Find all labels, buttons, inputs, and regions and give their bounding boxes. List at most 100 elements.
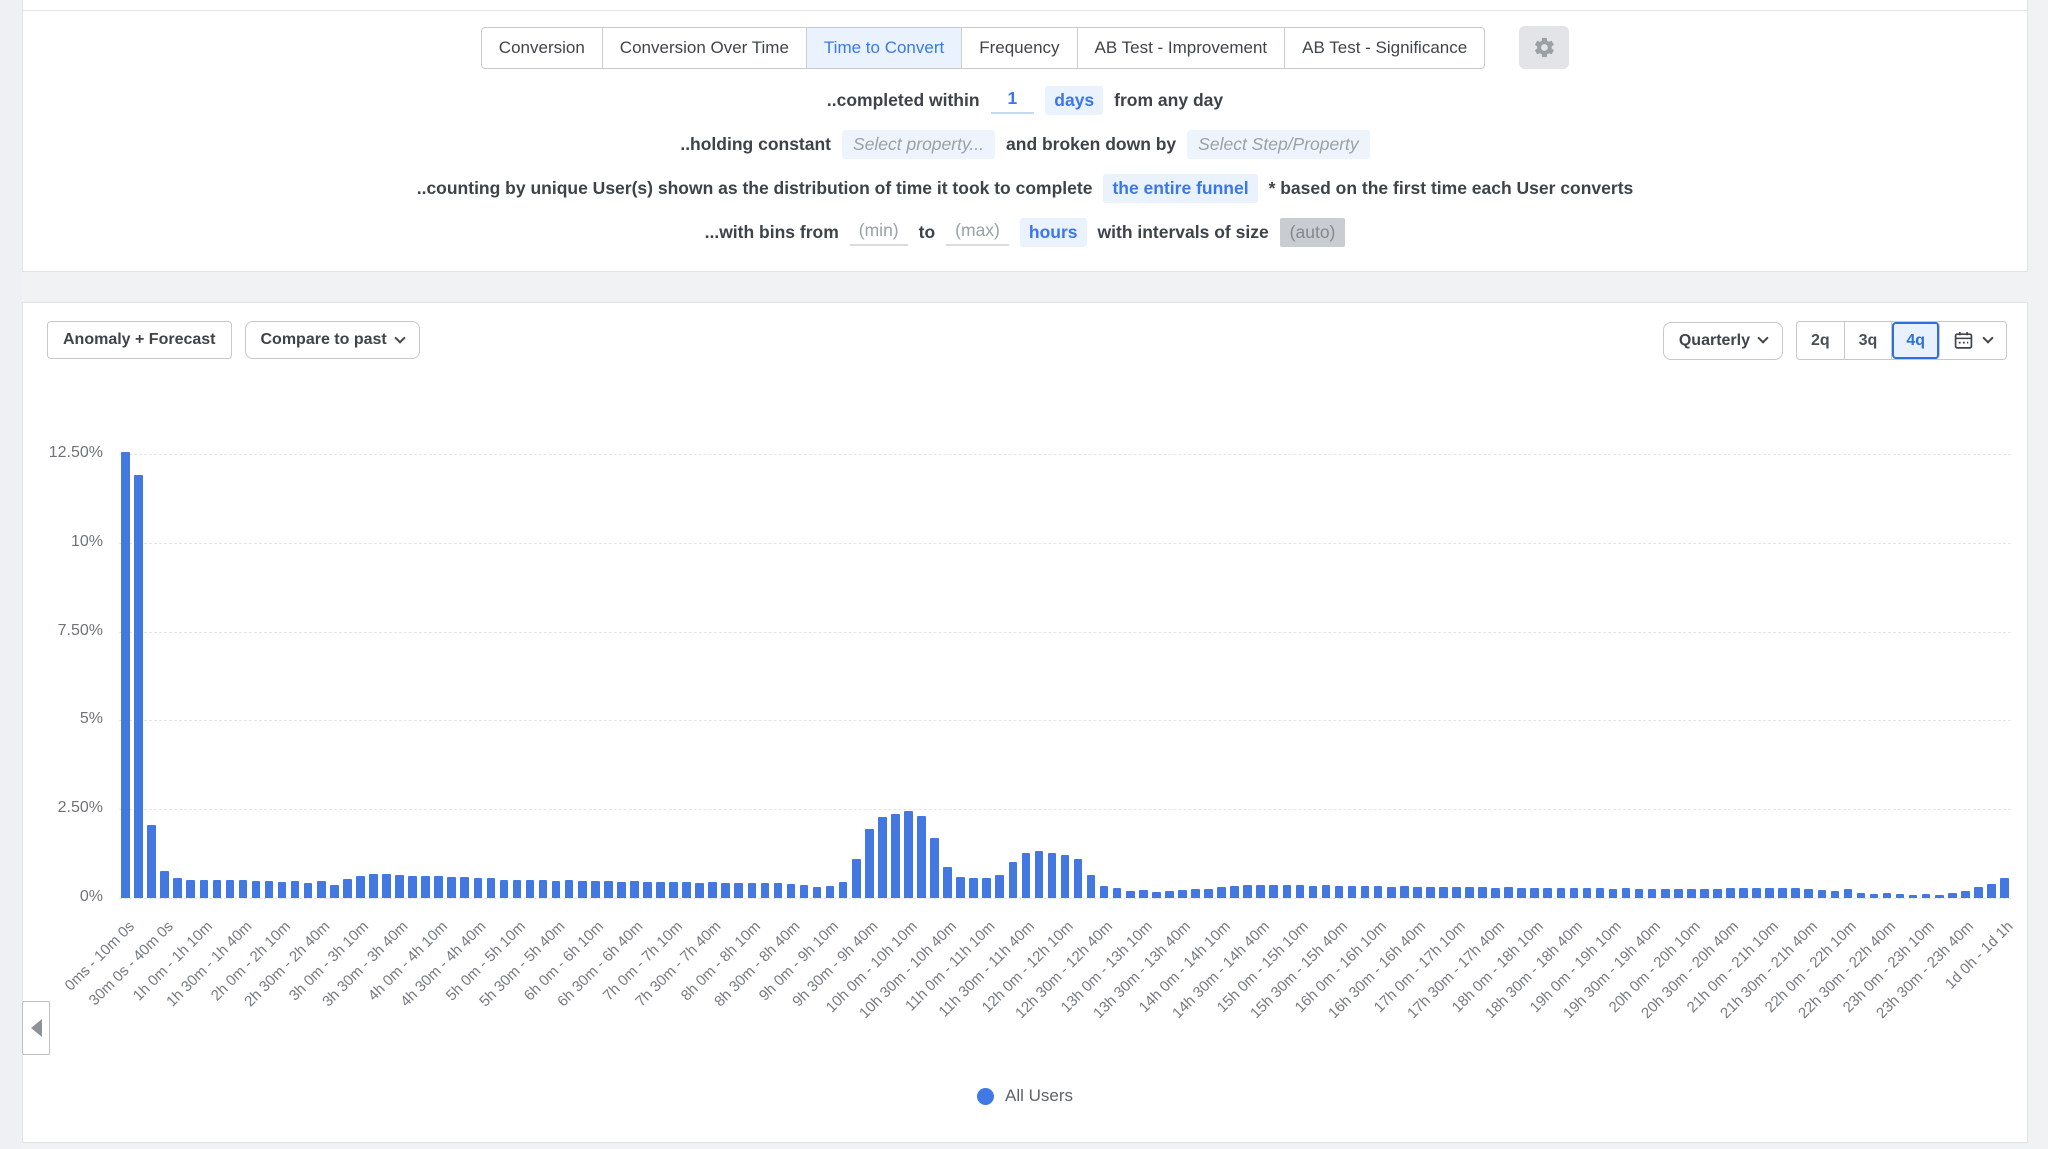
- histogram-bar-40[interactable]: [643, 882, 652, 898]
- tab-ab-test-significance[interactable]: AB Test - Significance: [1285, 28, 1484, 68]
- histogram-bar-24[interactable]: [434, 876, 443, 898]
- tab-time-to-convert[interactable]: Time to Convert: [807, 28, 962, 68]
- histogram-bar-39[interactable]: [630, 881, 639, 898]
- histogram-bar-50[interactable]: [774, 883, 783, 898]
- histogram-bar-135[interactable]: [1883, 893, 1892, 898]
- histogram-bar-101[interactable]: [1439, 887, 1448, 898]
- histogram-bar-134[interactable]: [1870, 894, 1879, 898]
- histogram-bar-65[interactable]: [969, 878, 978, 898]
- histogram-bar-60[interactable]: [904, 811, 913, 898]
- range-button-3q[interactable]: 3q: [1845, 322, 1893, 359]
- histogram-bar-91[interactable]: [1309, 886, 1318, 898]
- histogram-bar-47[interactable]: [734, 883, 743, 898]
- histogram-bar-11[interactable]: [265, 881, 274, 898]
- histogram-bar-130[interactable]: [1818, 890, 1827, 898]
- histogram-bar-124[interactable]: [1739, 888, 1748, 898]
- histogram-bar-113[interactable]: [1596, 888, 1605, 898]
- histogram-bar-76[interactable]: [1113, 888, 1122, 898]
- histogram-bar-12[interactable]: [278, 882, 287, 898]
- histogram-bar-16[interactable]: [330, 885, 339, 899]
- histogram-bar-140[interactable]: [1948, 893, 1957, 898]
- histogram-bar-64[interactable]: [956, 877, 965, 898]
- anomaly-forecast-button[interactable]: Anomaly + Forecast: [47, 321, 232, 359]
- histogram-bar-81[interactable]: [1178, 890, 1187, 898]
- tab-frequency[interactable]: Frequency: [962, 28, 1077, 68]
- custom-date-range-button[interactable]: [1940, 322, 2006, 359]
- histogram-bar-93[interactable]: [1335, 886, 1344, 898]
- histogram-bar-105[interactable]: [1491, 888, 1500, 898]
- histogram-bar-18[interactable]: [356, 876, 365, 898]
- histogram-bar-103[interactable]: [1465, 887, 1474, 898]
- histogram-bar-97[interactable]: [1387, 887, 1396, 898]
- histogram-bar-59[interactable]: [891, 814, 900, 898]
- histogram-bar-96[interactable]: [1374, 886, 1383, 898]
- histogram-bar-37[interactable]: [604, 881, 613, 898]
- conversion-window-unit-select[interactable]: days: [1045, 86, 1103, 115]
- histogram-bar-51[interactable]: [787, 884, 796, 898]
- histogram-bar-58[interactable]: [878, 817, 887, 898]
- histogram-bar-1[interactable]: [134, 475, 143, 898]
- histogram-bar-30[interactable]: [513, 880, 522, 898]
- histogram-bar-139[interactable]: [1935, 895, 1944, 898]
- histogram-bar-52[interactable]: [800, 885, 809, 898]
- histogram-bar-62[interactable]: [930, 838, 939, 898]
- histogram-bar-4[interactable]: [173, 878, 182, 898]
- histogram-bar-53[interactable]: [813, 887, 822, 898]
- histogram-bar-3[interactable]: [160, 871, 169, 898]
- histogram-bar-2[interactable]: [147, 825, 156, 898]
- tab-conversion[interactable]: Conversion: [482, 28, 603, 68]
- histogram-bar-13[interactable]: [291, 881, 300, 898]
- histogram-bar-69[interactable]: [1022, 853, 1031, 898]
- histogram-bar-10[interactable]: [252, 881, 261, 898]
- histogram-bar-118[interactable]: [1661, 889, 1670, 898]
- histogram-bar-110[interactable]: [1557, 888, 1566, 898]
- histogram-bar-102[interactable]: [1452, 887, 1461, 898]
- range-button-2q[interactable]: 2q: [1797, 322, 1845, 359]
- histogram-bar-63[interactable]: [943, 867, 952, 898]
- histogram-bar-119[interactable]: [1674, 889, 1683, 898]
- collapse-panel-button[interactable]: [22, 1001, 50, 1055]
- histogram-bar-28[interactable]: [487, 878, 496, 898]
- histogram-bar-116[interactable]: [1635, 889, 1644, 898]
- histogram-bar-46[interactable]: [721, 883, 730, 898]
- histogram-bar-132[interactable]: [1844, 889, 1853, 898]
- histogram-bar-120[interactable]: [1687, 889, 1696, 898]
- histogram-bar-75[interactable]: [1100, 886, 1109, 898]
- compare-to-past-button[interactable]: Compare to past: [245, 321, 420, 359]
- histogram-bar-68[interactable]: [1009, 862, 1018, 898]
- histogram-bar-121[interactable]: [1700, 889, 1709, 898]
- histogram-bar-143[interactable]: [1987, 884, 1996, 898]
- histogram-bar-35[interactable]: [578, 881, 587, 898]
- histogram-bar-111[interactable]: [1570, 888, 1579, 898]
- histogram-bar-142[interactable]: [1974, 887, 1983, 898]
- histogram-bar-92[interactable]: [1322, 885, 1331, 898]
- histogram-bar-29[interactable]: [500, 880, 509, 898]
- histogram-bar-27[interactable]: [474, 878, 483, 898]
- histogram-bar-144[interactable]: [2000, 878, 2009, 898]
- histogram-bar-112[interactable]: [1583, 888, 1592, 898]
- histogram-bar-73[interactable]: [1074, 859, 1083, 898]
- histogram-bar-17[interactable]: [343, 879, 352, 898]
- histogram-bar-98[interactable]: [1400, 886, 1409, 898]
- bins-min-input[interactable]: (min): [850, 220, 908, 246]
- histogram-bar-33[interactable]: [552, 881, 561, 898]
- histogram-bar-108[interactable]: [1530, 888, 1539, 898]
- histogram-bar-126[interactable]: [1765, 888, 1774, 898]
- tab-ab-test-improvement[interactable]: AB Test - Improvement: [1078, 28, 1286, 68]
- histogram-bar-20[interactable]: [382, 874, 391, 899]
- histogram-bar-14[interactable]: [304, 883, 313, 898]
- funnel-scope-select[interactable]: the entire funnel: [1103, 174, 1257, 203]
- histogram-bar-9[interactable]: [239, 880, 248, 898]
- histogram-bar-137[interactable]: [1909, 895, 1918, 898]
- histogram-bar-106[interactable]: [1504, 887, 1513, 898]
- histogram-bar-42[interactable]: [669, 882, 678, 898]
- histogram-bar-90[interactable]: [1296, 885, 1305, 898]
- histogram-bar-87[interactable]: [1256, 885, 1265, 899]
- histogram-bar-104[interactable]: [1478, 887, 1487, 898]
- histogram-bar-26[interactable]: [460, 877, 469, 898]
- histogram-bar-138[interactable]: [1922, 894, 1931, 898]
- histogram-bar-7[interactable]: [213, 880, 222, 898]
- histogram-bar-41[interactable]: [656, 882, 665, 898]
- breakdown-step-property-select[interactable]: Select Step/Property: [1187, 130, 1370, 159]
- histogram-bar-72[interactable]: [1061, 855, 1070, 898]
